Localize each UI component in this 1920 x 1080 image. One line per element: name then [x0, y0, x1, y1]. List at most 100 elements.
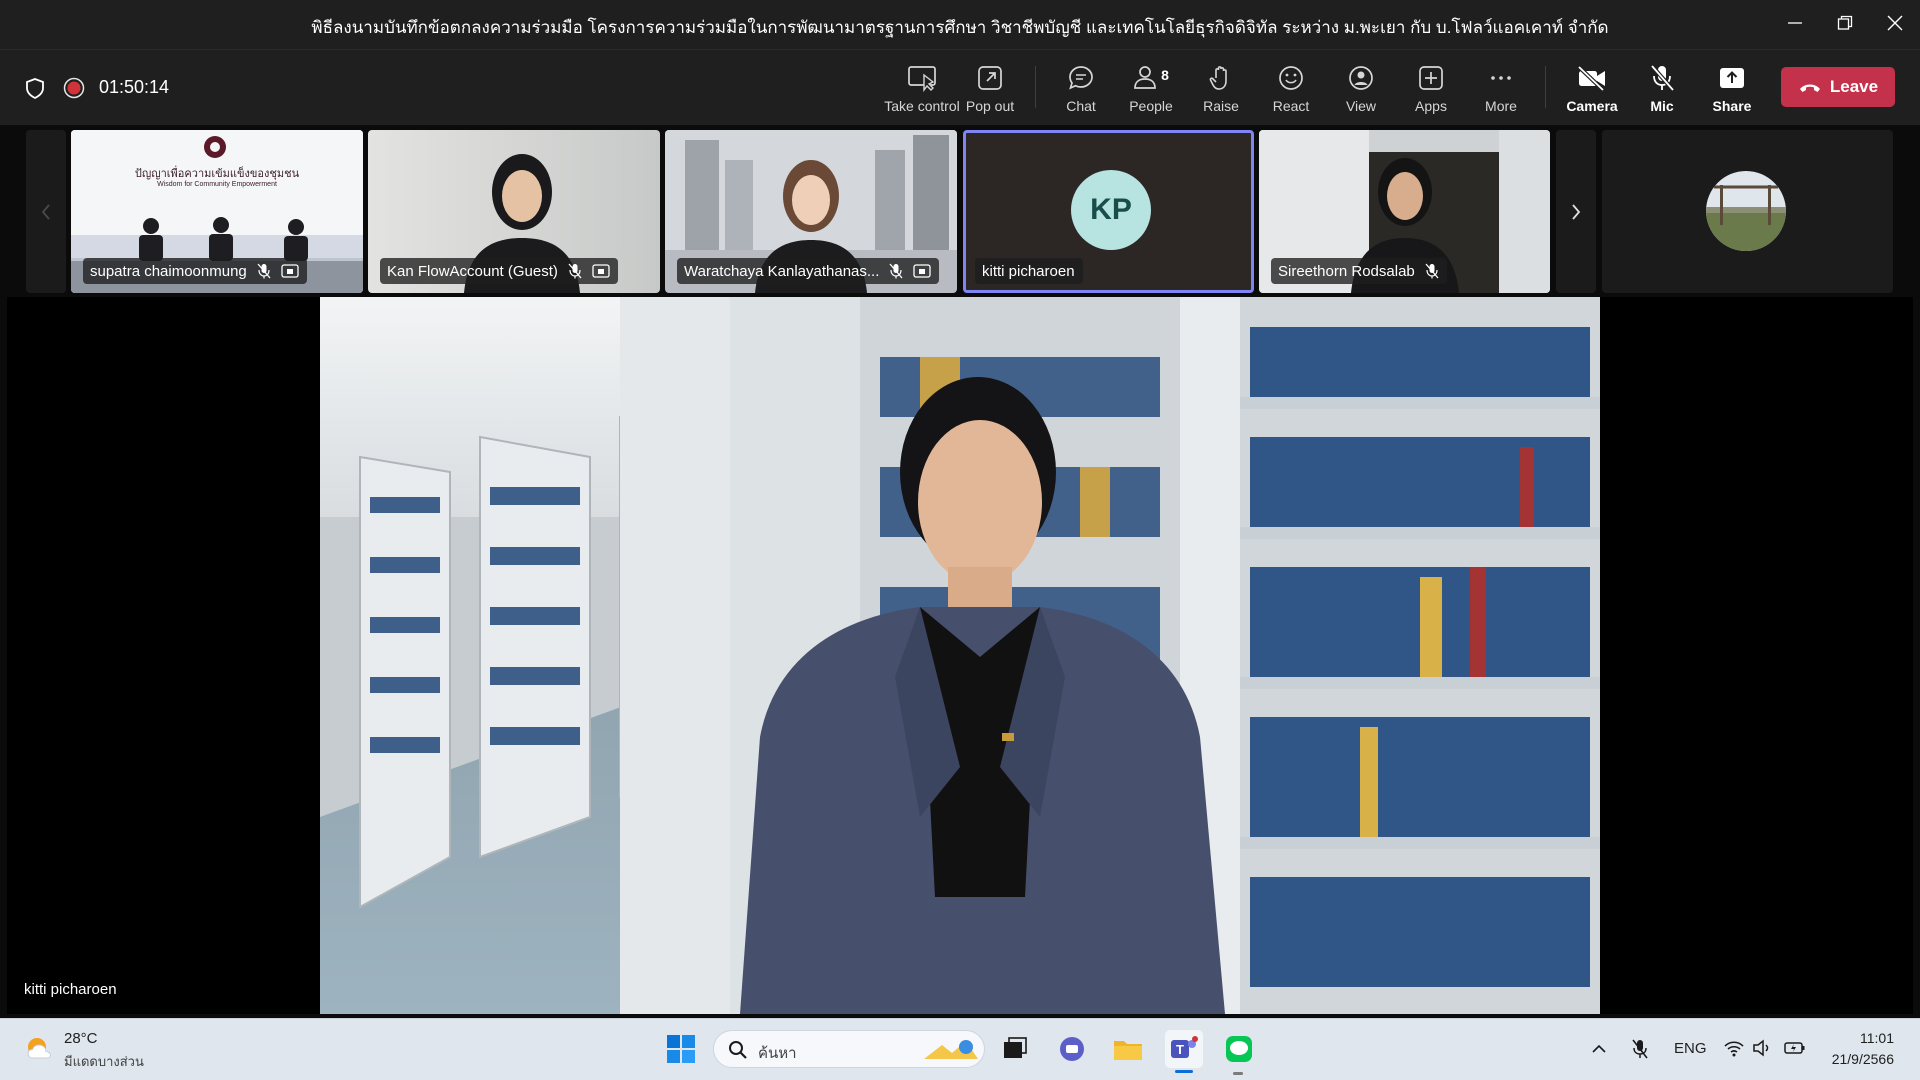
leave-button[interactable]: Leave: [1781, 67, 1895, 107]
restore-icon: [1837, 15, 1853, 30]
chevron-right-icon: [1572, 203, 1581, 220]
close-button[interactable]: [1873, 6, 1917, 40]
participant-name-pill: Kan FlowAccount (Guest): [380, 258, 618, 284]
participant-name-pill: kitti picharoen: [975, 258, 1083, 284]
mic-muted-tray-button[interactable]: [1621, 1030, 1659, 1068]
strip-previous-button[interactable]: [26, 130, 66, 293]
people-count-badge: 8: [1161, 67, 1169, 83]
chat-label: Chat: [1066, 98, 1096, 114]
apps-button[interactable]: Apps: [1396, 58, 1466, 120]
input-language[interactable]: ENG: [1674, 1040, 1707, 1057]
restore-button[interactable]: [1823, 6, 1867, 40]
camera-label: Camera: [1566, 98, 1618, 114]
title-bar: พิธีลงนามบันทึกข้อตกลงความร่วมมือ โครงกา…: [0, 0, 1920, 49]
clock-date[interactable]: 21/9/2566: [1812, 1051, 1894, 1067]
participant-name-pill: Sireethorn Rodsalab: [1271, 258, 1447, 284]
window-title: พิธีลงนามบันทึกข้อตกลงความร่วมมือ โครงกา…: [311, 18, 1609, 37]
weather-icon[interactable]: [22, 1030, 58, 1066]
participant-name-pill: supatra chaimoonmung: [83, 258, 307, 284]
minimize-icon: [1788, 22, 1802, 24]
people-button[interactable]: 8 People: [1116, 58, 1186, 120]
apps-label: Apps: [1415, 98, 1447, 114]
participant-tile[interactable]: Kan FlowAccount (Guest): [368, 130, 660, 293]
chevron-up-icon: [1592, 1044, 1606, 1053]
raise-label: Raise: [1203, 98, 1239, 114]
pop-out-icon: [974, 62, 1006, 94]
chat-bubble-icon: [1060, 1037, 1084, 1061]
mic-label: Mic: [1650, 98, 1674, 114]
meeting-toolbar: 01:50:14 Take control Pop out Chat 8 Peo…: [0, 49, 1920, 125]
meeting-timer: 01:50:14: [99, 77, 170, 97]
self-view-tile[interactable]: [1602, 130, 1893, 293]
participant-tile[interactable]: ปัญญาเพื่อความเข้มแข็งของชุมชน Wisdom fo…: [71, 130, 363, 293]
shield-icon[interactable]: [24, 77, 46, 104]
pop-out-label: Pop out: [965, 98, 1015, 114]
start-button[interactable]: [662, 1030, 700, 1068]
mic-muted-icon: [568, 263, 582, 279]
minimize-button[interactable]: [1773, 6, 1817, 40]
people-label: People: [1129, 98, 1173, 114]
mic-button[interactable]: Mic: [1627, 58, 1697, 120]
react-button[interactable]: React: [1256, 58, 1326, 120]
more-button[interactable]: More: [1466, 58, 1536, 120]
mic-off-icon: [1632, 1039, 1648, 1059]
more-dots-icon: [1485, 62, 1517, 94]
wifi-icon[interactable]: [1723, 1039, 1745, 1062]
avatar: KP: [1071, 170, 1151, 250]
search-highlight-icon: [924, 1040, 978, 1059]
participant-name: supatra chaimoonmung: [90, 262, 247, 280]
mic-muted-icon: [889, 263, 903, 279]
participant-name-pill: Waratchaya Kanlayathanas...: [677, 258, 940, 284]
participant-tile[interactable]: Waratchaya Kanlayathanas...: [665, 130, 957, 293]
participant-tile[interactable]: Sireethorn Rodsalab: [1259, 130, 1550, 293]
active-app-indicator: [1175, 1070, 1193, 1073]
battery-icon[interactable]: [1784, 1039, 1806, 1062]
volume-icon[interactable]: [1752, 1039, 1772, 1062]
view-button[interactable]: View: [1326, 58, 1396, 120]
content-share-icon: [592, 264, 610, 278]
participant-name: Waratchaya Kanlayathanas...: [684, 262, 880, 280]
screen-pointer-icon: [906, 62, 938, 94]
task-view-icon: [1004, 1037, 1027, 1058]
folder-icon: [1114, 1041, 1142, 1060]
toolbar-divider: [1545, 66, 1546, 108]
line-app[interactable]: [1220, 1030, 1258, 1068]
weather-temp[interactable]: 28°C: [64, 1030, 98, 1047]
content-share-icon: [281, 264, 299, 278]
pop-out-button[interactable]: Pop out: [955, 58, 1025, 120]
close-icon: [1887, 15, 1903, 31]
chat-icon: [1065, 62, 1097, 94]
mic-off-icon: [1646, 62, 1678, 94]
content-share-icon: [913, 264, 932, 278]
task-view-button[interactable]: [996, 1030, 1034, 1068]
file-explorer-app[interactable]: [1109, 1030, 1147, 1068]
share-label: Share: [1712, 98, 1752, 114]
recording-indicator-icon: [63, 77, 85, 104]
phone-hangup-icon: [1799, 84, 1820, 92]
svg-text:T: T: [1176, 1042, 1184, 1057]
teams-chat-app[interactable]: [1053, 1030, 1091, 1068]
chat-button[interactable]: Chat: [1046, 58, 1116, 120]
participant-tile-active[interactable]: KP kitti picharoen: [963, 130, 1254, 293]
share-button[interactable]: Share: [1697, 58, 1767, 120]
raise-hand-button[interactable]: Raise: [1186, 58, 1256, 120]
more-label: More: [1485, 98, 1517, 114]
view-person-icon: [1345, 62, 1377, 94]
show-hidden-icons-button[interactable]: [1580, 1030, 1618, 1068]
take-control-button[interactable]: Take control: [877, 58, 967, 120]
mic-muted-icon: [1425, 263, 1439, 279]
taskbar-search[interactable]: ค้นหา: [713, 1030, 985, 1068]
plus-box-icon: [1415, 62, 1447, 94]
teams-app[interactable]: T: [1165, 1030, 1203, 1068]
search-placeholder: ค้นหา: [758, 1045, 797, 1062]
camera-button[interactable]: Camera: [1557, 58, 1627, 120]
search-icon: [729, 1041, 747, 1059]
clock-time[interactable]: 11:01: [1822, 1030, 1894, 1046]
strip-next-button[interactable]: [1556, 130, 1596, 293]
weather-desc[interactable]: มีแดดบางส่วน: [64, 1051, 144, 1072]
leave-label: Leave: [1829, 77, 1879, 96]
line-icon: [1226, 1036, 1252, 1062]
chevron-left-icon: [41, 203, 50, 220]
main-video-feed: [320, 297, 1600, 1014]
windows-logo-icon: [667, 1035, 695, 1063]
